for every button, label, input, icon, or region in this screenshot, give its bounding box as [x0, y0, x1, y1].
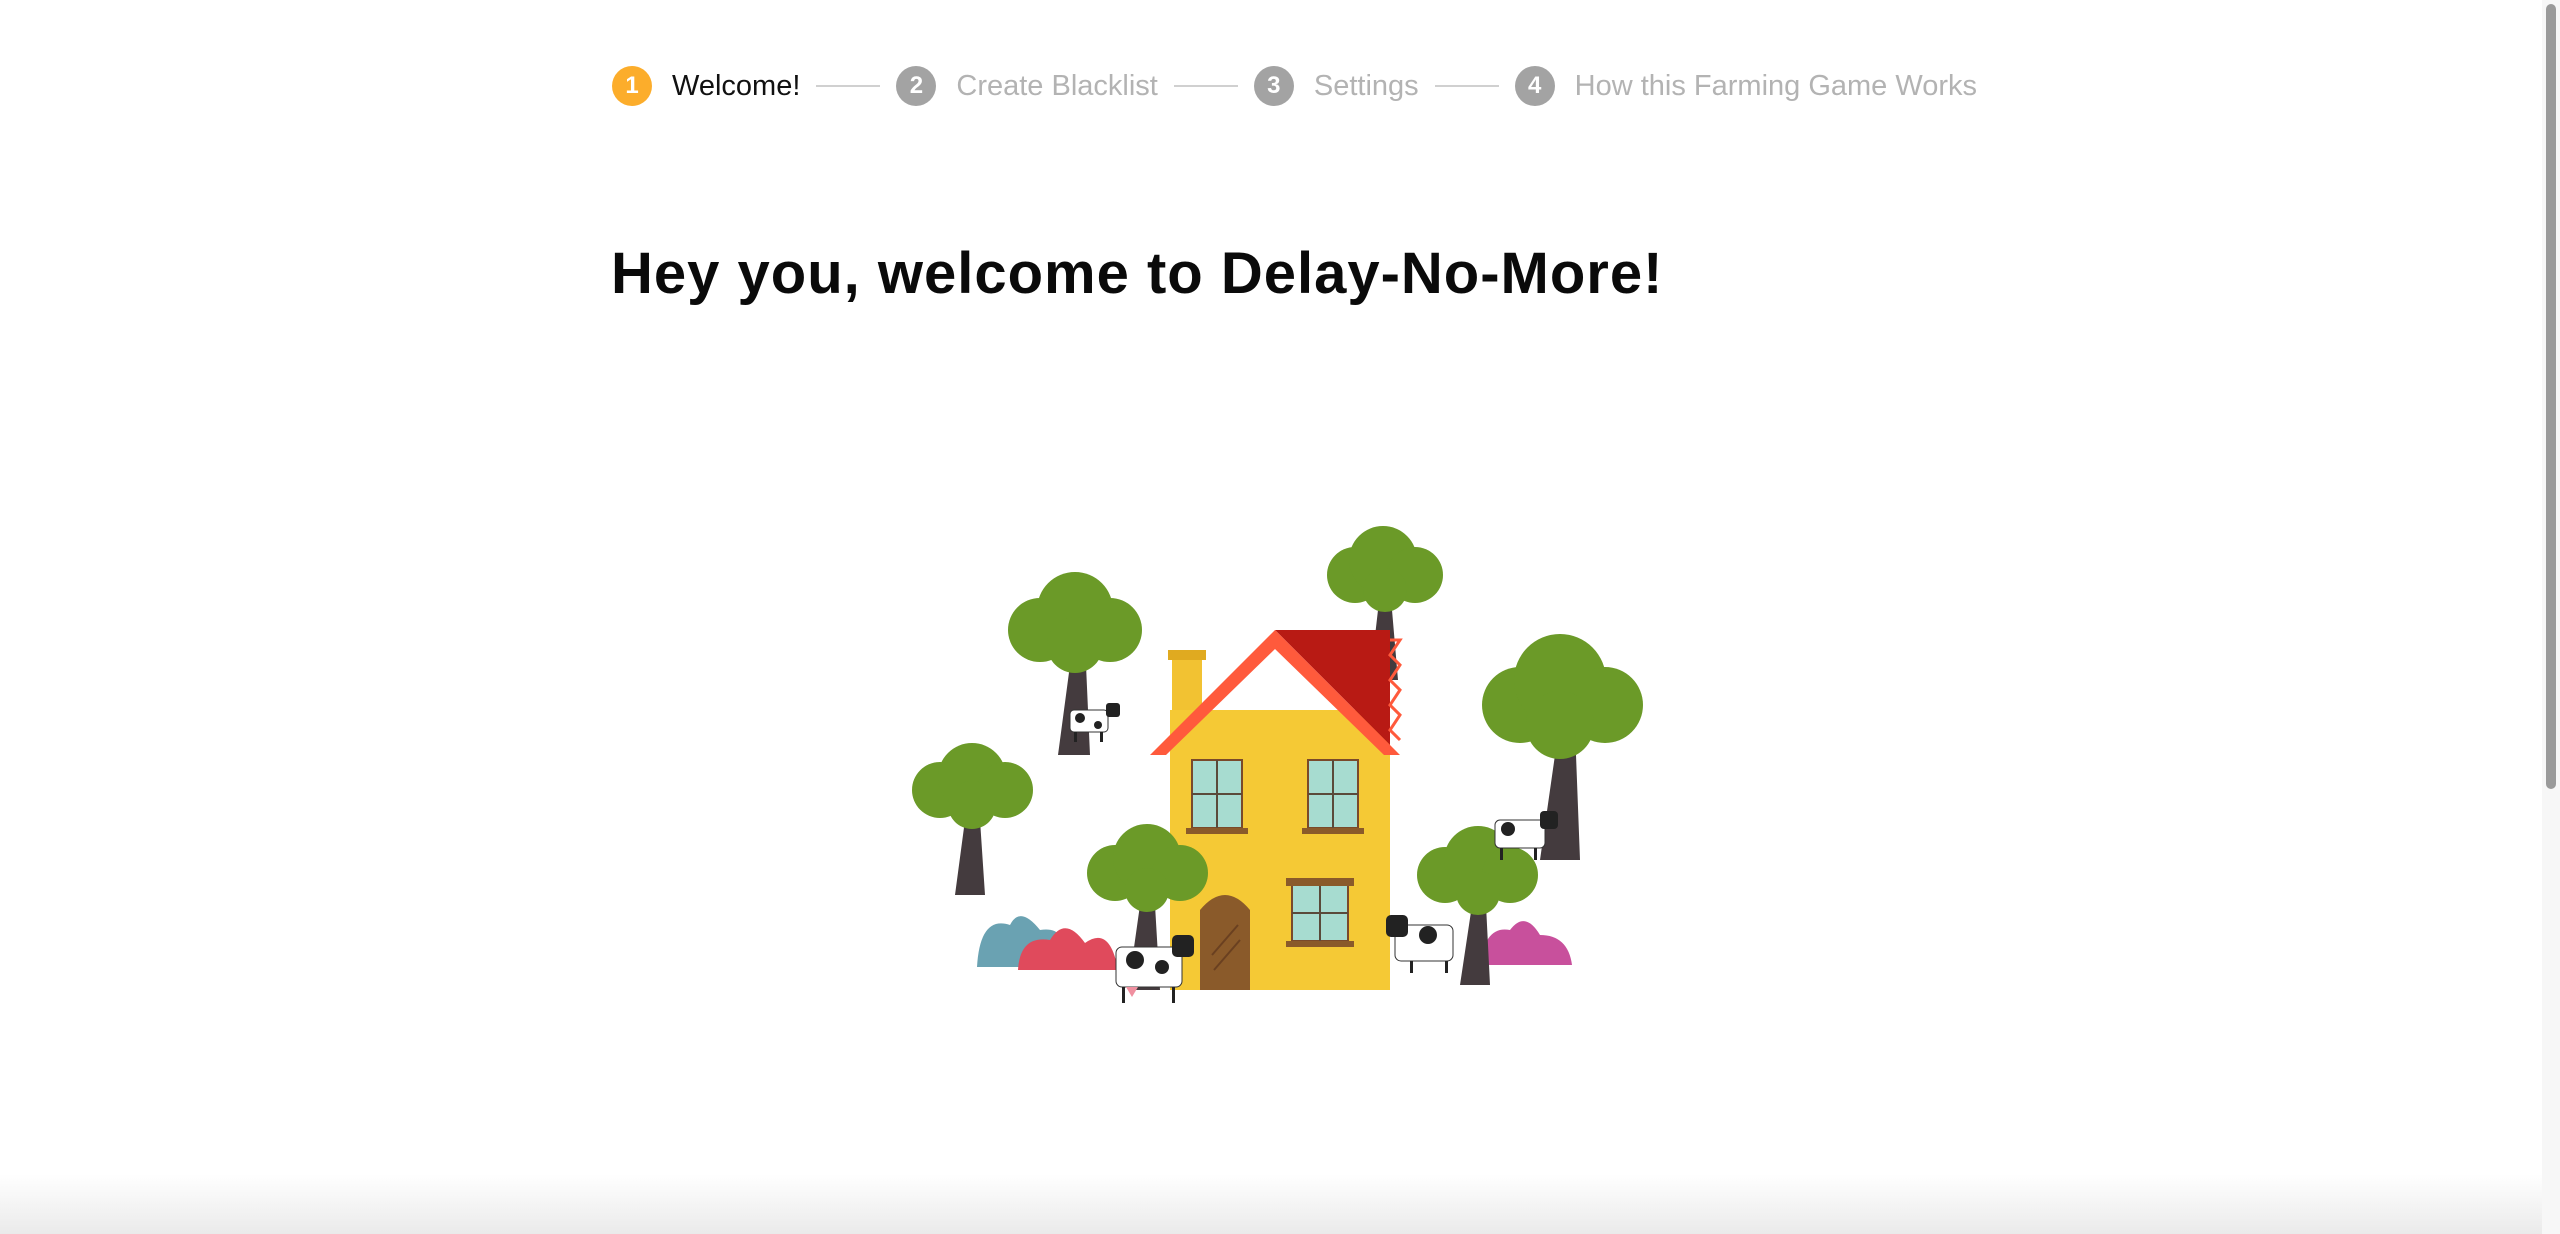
- step-connector: [1434, 85, 1499, 87]
- farmhouse-illustration: [912, 526, 1643, 1003]
- step-create-blacklist[interactable]: 2 Create Blacklist: [896, 66, 1158, 106]
- bottom-fade: [0, 1174, 2542, 1234]
- step-number-badge: 2: [896, 66, 937, 106]
- step-settings[interactable]: 3 Settings: [1253, 66, 1419, 106]
- step-connector: [1173, 85, 1238, 87]
- step-label: Settings: [1313, 69, 1419, 102]
- step-how-game-works[interactable]: 4 How this Farming Game Works: [1514, 66, 1977, 106]
- cow-icon: [1386, 915, 1454, 973]
- step-label: Create Blacklist: [956, 69, 1158, 102]
- scrollbar[interactable]: [2542, 0, 2560, 1234]
- step-number-badge: 3: [1253, 66, 1294, 106]
- step-label: Welcome!: [672, 69, 801, 102]
- step-label: How this Farming Game Works: [1574, 69, 1977, 102]
- tree-icon: [912, 743, 1033, 895]
- step-welcome[interactable]: 1 Welcome!: [612, 66, 800, 106]
- onboarding-page: 1 Welcome! 2 Create Blacklist 3 Settings…: [0, 0, 2560, 1234]
- onboarding-stepper: 1 Welcome! 2 Create Blacklist 3 Settings…: [612, 66, 1977, 106]
- page-title: Hey you, welcome to Delay-No-More!: [611, 241, 1664, 306]
- scrollbar-thumb[interactable]: [2546, 4, 2556, 789]
- step-connector: [816, 85, 881, 87]
- step-number-badge: 4: [1514, 66, 1555, 106]
- step-number-badge: 1: [612, 66, 652, 106]
